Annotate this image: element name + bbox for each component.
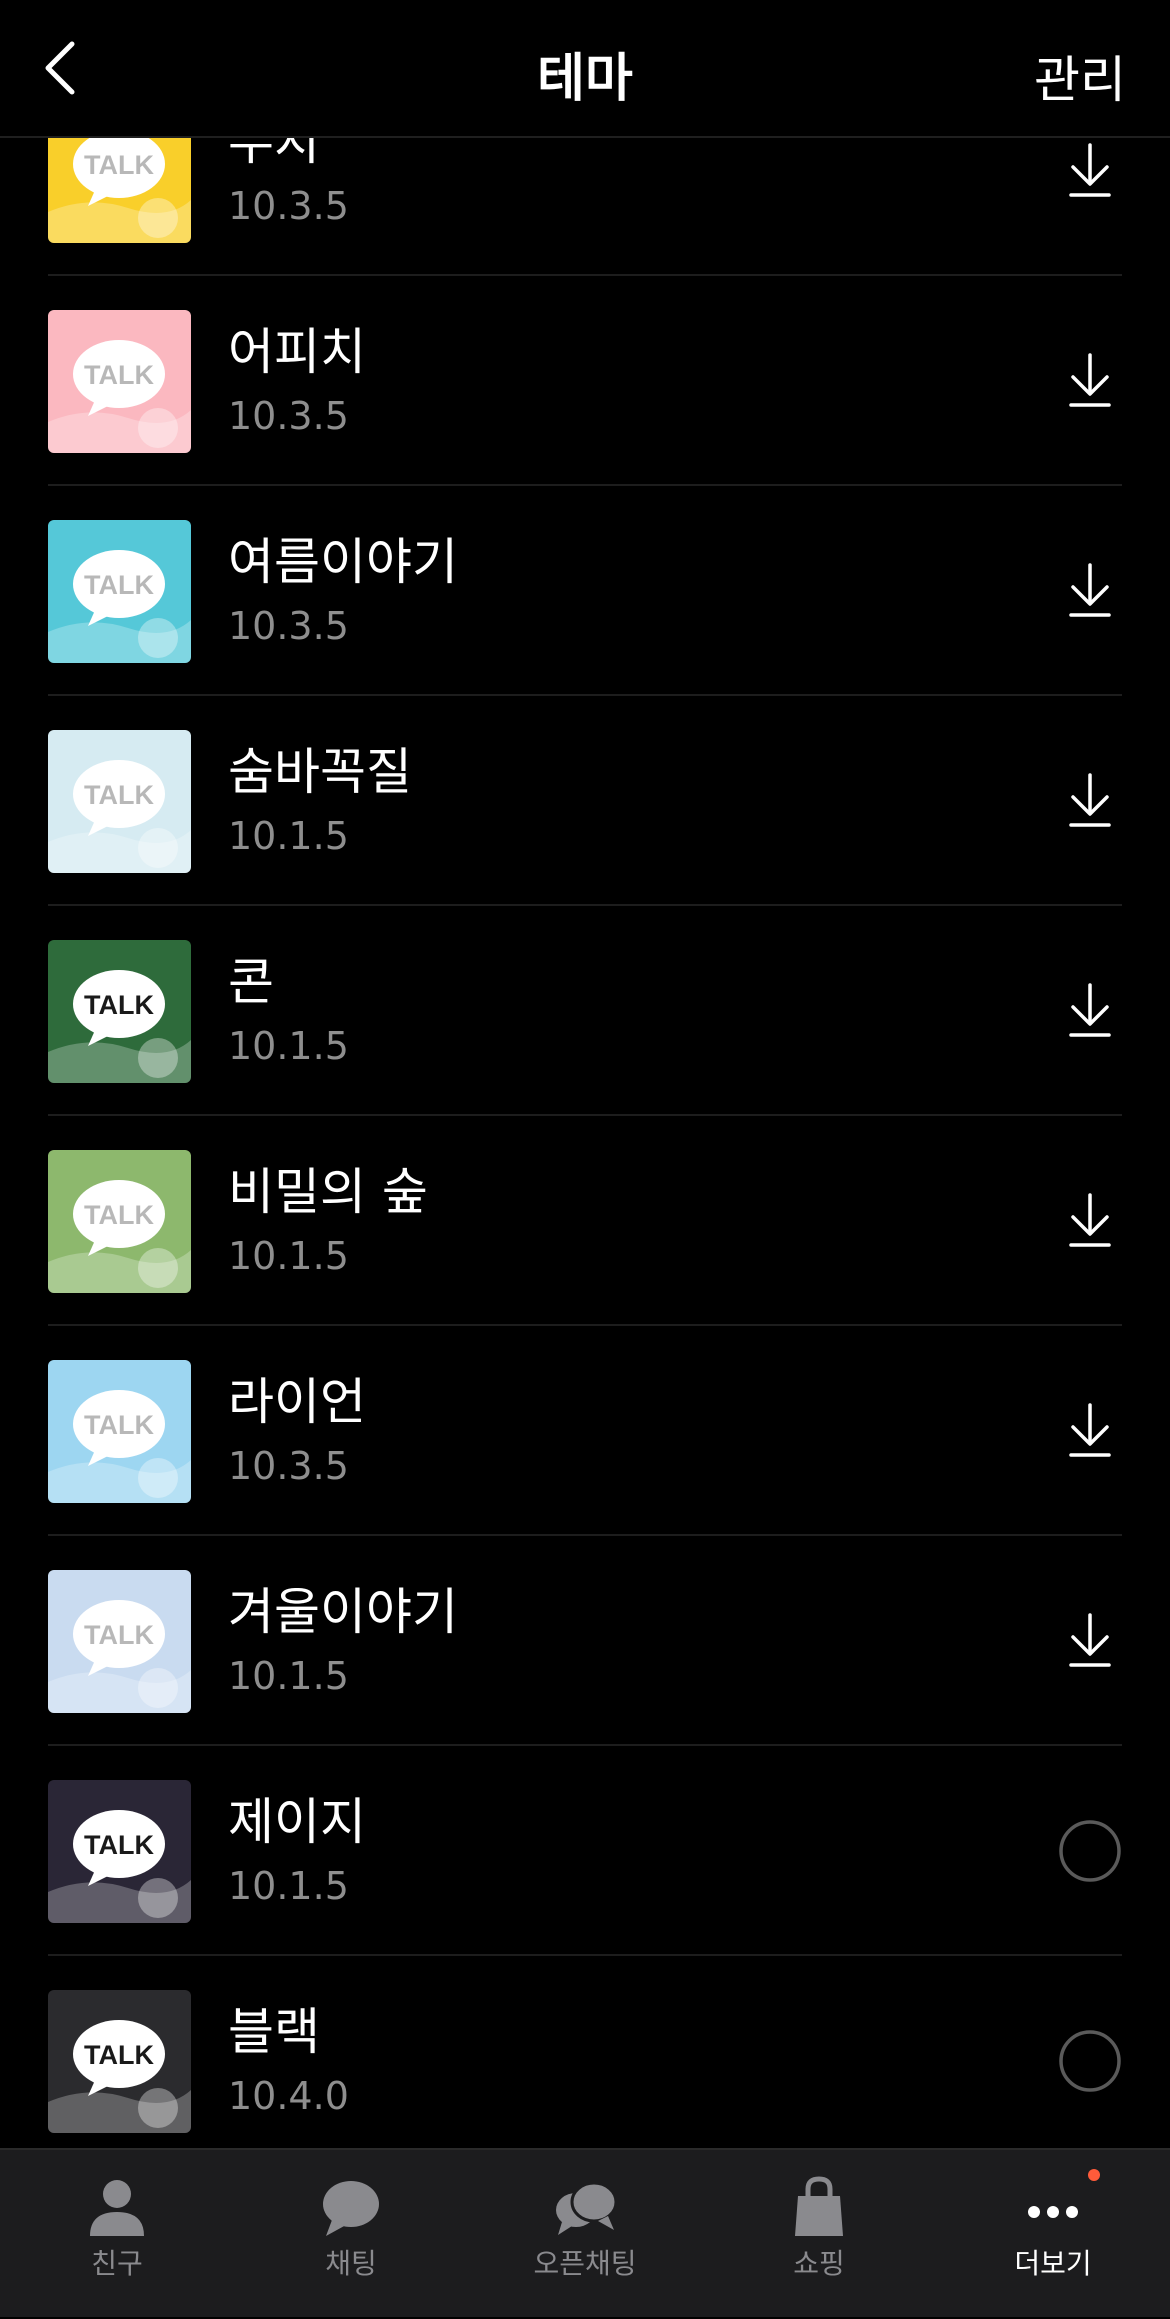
theme-thumbnail: TALK [48, 138, 191, 243]
download-icon[interactable] [1058, 1189, 1122, 1253]
theme-version: 10.3.5 [228, 394, 349, 438]
theme-version: 10.3.5 [228, 1444, 349, 1488]
theme-name: 블랙 [228, 2003, 320, 2061]
theme-version: 10.1.5 [228, 1864, 349, 1908]
download-icon[interactable] [1058, 1399, 1122, 1463]
theme-thumbnail: TALK [48, 1360, 191, 1503]
theme-row[interactable]: TALK 무지 10.3.5 [0, 138, 1170, 276]
tab-label: 더보기 [1014, 2247, 1092, 2280]
svg-text:TALK: TALK [84, 2040, 154, 2070]
svg-text:TALK: TALK [84, 360, 154, 390]
talk-bubble-icon: TALK [48, 1780, 191, 1923]
theme-version: 10.3.5 [228, 184, 349, 228]
notification-badge [1088, 2169, 1100, 2181]
download-icon[interactable] [1058, 349, 1122, 413]
theme-thumbnail: TALK [48, 730, 191, 873]
theme-thumbnail: TALK [48, 1570, 191, 1713]
theme-name: 겨울이야기 [228, 1583, 458, 1641]
theme-version: 10.1.5 [228, 1654, 349, 1698]
theme-row[interactable]: TALK 여름이야기 10.3.5 [0, 486, 1170, 696]
chat-bubble-icon [323, 2181, 379, 2236]
person-icon [90, 2180, 144, 2236]
download-icon[interactable] [1058, 559, 1122, 623]
tab-label: 채팅 [325, 2247, 377, 2280]
theme-version: 10.4.0 [228, 2074, 349, 2118]
talk-bubble-icon: TALK [48, 1570, 191, 1713]
bottom-tab-bar: 친구 채팅 오픈채팅 쇼핑 더보기 [0, 2148, 1170, 2317]
manage-button[interactable]: 관리 [1034, 40, 1126, 112]
theme-row[interactable]: TALK 숨바꼭질 10.1.5 [0, 696, 1170, 906]
theme-row[interactable]: TALK 겨울이야기 10.1.5 [0, 1536, 1170, 1746]
theme-version: 10.1.5 [228, 1024, 349, 1068]
talk-bubble-icon: TALK [48, 138, 191, 243]
svg-text:TALK: TALK [84, 570, 154, 600]
tab-person[interactable]: 친구 [0, 2150, 234, 2319]
svg-text:TALK: TALK [84, 1830, 154, 1860]
theme-row[interactable]: TALK 콘 10.1.5 [0, 906, 1170, 1116]
theme-thumbnail: TALK [48, 940, 191, 1083]
theme-name: 무지 [228, 138, 320, 171]
tab-label: 친구 [91, 2247, 143, 2280]
theme-name: 어피치 [228, 323, 366, 381]
page-title: 테마 [537, 49, 633, 109]
theme-name: 제이지 [228, 1793, 366, 1851]
theme-name: 여름이야기 [228, 533, 458, 591]
talk-bubble-icon: TALK [48, 940, 191, 1083]
theme-name: 비밀의 숲 [228, 1163, 428, 1221]
theme-row[interactable]: TALK 라이언 10.3.5 [0, 1326, 1170, 1536]
select-radio-icon[interactable] [1058, 2029, 1122, 2093]
theme-name: 라이언 [228, 1373, 366, 1431]
talk-bubble-icon: TALK [48, 730, 191, 873]
select-radio-icon[interactable] [1058, 1819, 1122, 1883]
shopping-bag-icon [795, 2176, 843, 2236]
svg-text:TALK: TALK [84, 1620, 154, 1650]
download-icon[interactable] [1058, 769, 1122, 833]
theme-list[interactable]: TALK 무지 10.3.5 TALK 어피치 10.3.5 TALK 여름이야기 10.3.5… [0, 138, 1170, 2148]
talk-bubble-icon: TALK [48, 1360, 191, 1503]
svg-text:TALK: TALK [84, 150, 154, 180]
tab-shopping-bag[interactable]: 쇼핑 [702, 2150, 936, 2319]
theme-row[interactable]: TALK 블랙 10.4.0 [0, 1956, 1170, 2148]
download-icon[interactable] [1058, 139, 1122, 203]
theme-version: 10.3.5 [228, 604, 349, 648]
tab-label: 쇼핑 [793, 2247, 845, 2280]
theme-thumbnail: TALK [48, 520, 191, 663]
theme-row[interactable]: TALK 비밀의 숲 10.1.5 [0, 1116, 1170, 1326]
tab-chat-bubble[interactable]: 채팅 [234, 2150, 468, 2319]
theme-name: 숨바꼭질 [228, 743, 412, 801]
theme-thumbnail: TALK [48, 1990, 191, 2133]
talk-bubble-icon: TALK [48, 310, 191, 453]
theme-row[interactable]: TALK 제이지 10.1.5 [0, 1746, 1170, 1956]
talk-bubble-icon: TALK [48, 1150, 191, 1293]
talk-bubble-icon: TALK [48, 1990, 191, 2133]
theme-version: 10.1.5 [228, 1234, 349, 1278]
tab-open-chat[interactable]: 오픈채팅 [468, 2150, 702, 2319]
theme-name: 콘 [228, 953, 274, 1011]
theme-thumbnail: TALK [48, 310, 191, 453]
download-icon[interactable] [1058, 1609, 1122, 1673]
svg-text:TALK: TALK [84, 780, 154, 810]
talk-bubble-icon: TALK [48, 520, 191, 663]
download-icon[interactable] [1058, 979, 1122, 1043]
tab-label: 오픈채팅 [533, 2247, 637, 2280]
tab-more-dots[interactable]: 더보기 [936, 2150, 1170, 2319]
theme-version: 10.1.5 [228, 814, 349, 858]
svg-text:TALK: TALK [84, 1410, 154, 1440]
theme-thumbnail: TALK [48, 1150, 191, 1293]
theme-row[interactable]: TALK 어피치 10.3.5 [0, 276, 1170, 486]
svg-text:TALK: TALK [84, 990, 154, 1020]
app-header: 테마 관리 [0, 0, 1170, 138]
open-chat-icon [556, 2181, 618, 2235]
more-dots-icon [1028, 2206, 1078, 2218]
theme-thumbnail: TALK [48, 1780, 191, 1923]
svg-text:TALK: TALK [84, 1200, 154, 1230]
